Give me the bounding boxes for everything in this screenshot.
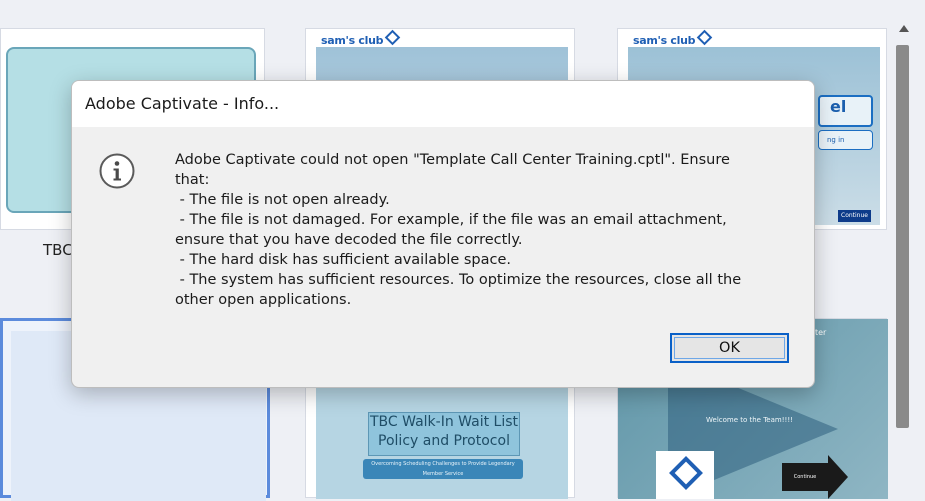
ok-button[interactable]: OK: [670, 333, 789, 363]
template-caption: TBC: [43, 241, 73, 259]
template-thumbnail: TBC Walk-In Wait List Policy and Protoco…: [316, 379, 568, 499]
sams-club-logo: sam's club: [321, 29, 401, 47]
thumbnail-corner-text: ter: [815, 328, 827, 337]
message-line: - The file is not open already.: [175, 192, 390, 208]
scroll-up-arrow-icon[interactable]: [899, 25, 909, 32]
message-line: - The file is not damaged. For example, …: [175, 212, 727, 228]
thumbnail-continue-button: Continue: [838, 210, 871, 222]
thumbnail-continue-arrow: Continue: [782, 463, 828, 491]
thumbnail-subtitle: Overcoming Scheduling Challenges to Prov…: [363, 459, 523, 479]
message-line: other open applications.: [175, 292, 352, 308]
message-line: Adobe Captivate could not open "Template…: [175, 152, 730, 168]
thumbnail-logo-box: [656, 451, 714, 499]
message-line: - The hard disk has sufficient available…: [175, 252, 512, 268]
thumbnail-badge: el: [818, 95, 873, 127]
message-line: - The system has sufficient resources. T…: [175, 272, 742, 288]
ok-button-focus-ring: [674, 337, 785, 359]
thumbnail-arrow-head: [828, 455, 848, 499]
sams-club-logo: sam's club: [633, 29, 713, 47]
thumbnail-badge-small: ng in: [818, 130, 873, 150]
thumbnail-title-box: TBC Walk-In Wait List Policy and Protoco…: [368, 412, 520, 456]
info-dialog: Adobe Captivate - Info... Adobe Captivat…: [71, 80, 815, 388]
dialog-titlebar[interactable]: Adobe Captivate - Info...: [72, 81, 814, 127]
dialog-message: Adobe Captivate could not open "Template…: [175, 150, 795, 310]
thumbnail-welcome-text: Welcome to the Team!!!!: [706, 416, 793, 424]
info-icon: [99, 153, 135, 189]
message-line: ensure that you have decoded the file co…: [175, 232, 523, 248]
dialog-title: Adobe Captivate - Info...: [85, 94, 280, 113]
message-line: that:: [175, 172, 210, 188]
vertical-scrollbar[interactable]: [893, 25, 915, 498]
scroll-thumb[interactable]: [896, 45, 909, 428]
